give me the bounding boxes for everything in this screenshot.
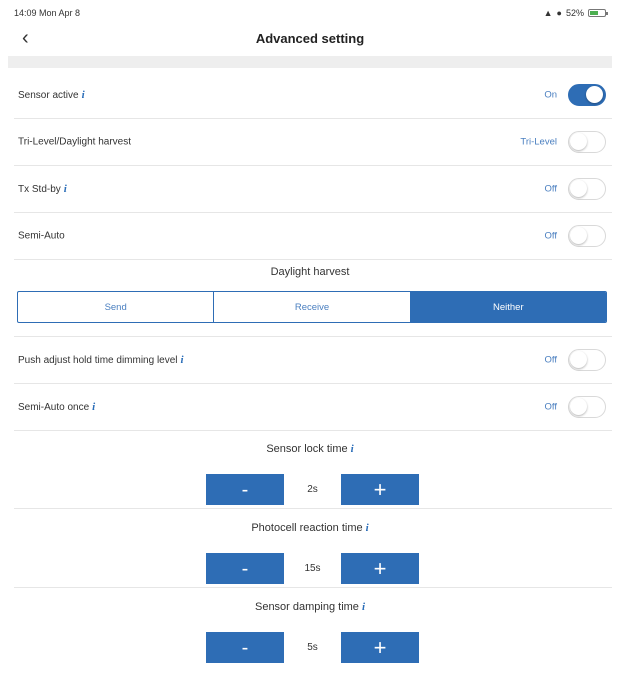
toggle-switch[interactable] [568,84,606,106]
segment-neither[interactable]: Neither [410,292,606,322]
status-indicators: ▲ ● 52% [543,8,608,18]
toggle-knob [570,133,587,150]
wifi-icon: ▲ [543,8,553,18]
stepper-title-text: Sensor lock time [266,443,348,455]
location-icon: ● [556,8,562,18]
setting-label-text: Tri-Level/Daylight harvest [18,136,132,148]
toggle-knob [570,351,587,368]
setting-state-text: Off [544,354,558,366]
setting-label: Push adjust hold time dimming level i [18,354,184,366]
setting-label: Tx Std-by i [18,183,67,195]
setting-label: Semi-Auto once i [18,401,95,413]
stepper-photocell-reaction-time: - 15s + [206,553,419,584]
toggle-knob [570,180,587,197]
setting-label: Semi-Auto [18,231,65,242]
toggle-knob [570,227,587,244]
stepper-value: 2s [307,484,318,495]
stepper-sensor-lock-time: - 2s + [206,474,419,505]
setting-row-tri-level-daylight-harvest: Tri-Level/Daylight harvest Tri-Level [14,119,612,166]
setting-row-semi-auto-once: Semi-Auto once i Off [14,384,612,431]
decrement-button[interactable]: - [206,632,284,663]
setting-state-text: Off [544,183,558,195]
toggle-switch[interactable] [568,225,606,247]
stepper-title-text: Photocell reaction time [251,522,363,534]
status-bar: 14:09 Mon Apr 8 ▲ ● 52% [0,0,620,22]
divider [14,587,612,588]
setting-row-tx-std-by: Tx Std-by i Off [14,166,612,213]
page-title: Advanced setting [255,31,365,46]
status-time: 14:09 Mon Apr 8 [14,8,81,18]
setting-label: Tri-Level/Daylight harvest [18,137,131,148]
increment-button[interactable]: + [341,474,419,505]
decrement-button[interactable]: - [206,553,284,584]
increment-button[interactable]: + [341,632,419,663]
stepper-title-sensor-lock-time: Sensor lock time i [0,443,620,455]
header-divider [8,56,612,68]
toggle-switch[interactable] [568,349,606,371]
setting-label-text: Sensor active [18,90,79,101]
setting-row-push-adjust-hold-time-dimming-level: Push adjust hold time dimming level i Off [14,337,612,384]
setting-state-text: On [544,89,557,101]
stepper-title-sensor-damping-time: Sensor damping time i [0,601,620,613]
info-icon[interactable]: i [181,354,184,366]
segment-receive[interactable]: Receive [214,292,411,322]
navigation-bar: ‹ Advanced setting [0,22,620,56]
setting-state-text: Tri-Level [520,136,557,148]
setting-row-semi-auto: Semi-Auto Off [14,213,612,260]
setting-label-text: Semi-Auto once [18,402,90,413]
battery-percent: 52% [565,8,584,18]
toggle-switch[interactable] [568,178,606,200]
divider [14,508,612,509]
setting-state-text: Off [544,401,558,413]
stepper-value: 5s [307,642,318,653]
battery-icon [588,9,608,17]
stepper-sensor-damping-time: - 5s + [206,632,419,663]
setting-label: Sensor active i [18,89,85,101]
setting-label-text: Semi-Auto [18,230,65,242]
toggle-knob [570,398,587,415]
setting-row-sensor-active: Sensor active i On [14,72,612,119]
increment-button[interactable]: + [341,553,419,584]
setting-state-text: Off [544,230,558,242]
segment-send[interactable]: Send [18,292,215,322]
toggle-knob [586,86,603,103]
info-icon[interactable]: i [92,401,95,413]
info-icon[interactable]: i [366,522,369,534]
setting-label-text: Tx Std-by [18,184,61,195]
daylight-harvest-segmented-control: Send Receive Neither [17,291,607,323]
info-icon[interactable]: i [64,183,67,195]
toggle-switch[interactable] [568,396,606,418]
decrement-button[interactable]: - [206,474,284,505]
info-icon[interactable]: i [362,601,365,613]
info-icon[interactable]: i [351,443,354,455]
setting-label-text: Push adjust hold time dimming level [18,355,178,366]
stepper-title-text: Sensor damping time [254,601,359,613]
toggle-switch[interactable] [568,131,606,153]
stepper-title-photocell-reaction-time: Photocell reaction time i [0,522,620,534]
info-icon[interactable]: i [82,89,85,101]
daylight-harvest-title: Daylight harvest [270,266,350,278]
stepper-value: 15s [304,563,321,574]
